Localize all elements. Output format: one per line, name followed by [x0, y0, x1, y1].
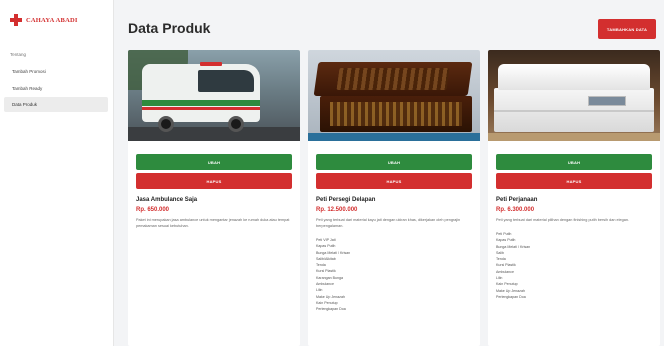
edit-button[interactable]: UBAH [496, 154, 652, 170]
product-image-ambulance [128, 50, 300, 141]
brand-logo[interactable]: CAHAYA ABADI [10, 14, 78, 26]
edit-button[interactable]: UBAH [136, 154, 292, 170]
product-description: Paket ini merupakan jasa ambulance untuk… [136, 218, 290, 228]
sidebar-item-tambah-ready[interactable]: Tambah Ready [4, 81, 108, 96]
sidebar-item-data-produk[interactable]: Data Produk [4, 97, 108, 112]
product-description: Peti yang terbuat dari material kayu jat… [316, 218, 461, 228]
sidebar-nav: Tambah Promosi Tambah Ready Data Produk [4, 64, 108, 114]
sidebar-item-tambah-promosi[interactable]: Tambah Promosi [4, 64, 108, 79]
list-item: Perlengkapan Doa [316, 307, 346, 312]
product-card: UBAH HAPUS Peti Perjanaan Rp. 6.300.000 … [488, 50, 660, 346]
product-card: UBAH HAPUS Jasa Ambulance Saja Rp. 650.0… [128, 50, 300, 346]
page-title: Data Produk [128, 20, 211, 36]
product-image-white-coffin [488, 50, 660, 141]
product-description: Peti yang terbuat dari material pilihan … [496, 218, 629, 222]
delete-button[interactable]: HAPUS [316, 173, 472, 189]
main-content: Data Produk TAMBAHKAN DATA UBAH HAPUS Ja… [114, 0, 664, 346]
sidebar-item-label: Tambah Ready [12, 85, 43, 91]
nav-section-label: Tentang [10, 52, 27, 57]
delete-button[interactable]: HAPUS [496, 173, 652, 189]
product-price: Rp. 12.500.000 [316, 207, 358, 213]
product-price: Rp. 6.300.000 [496, 207, 535, 213]
cross-icon [10, 14, 22, 26]
product-name: Peti Perjanaan [496, 197, 538, 203]
product-name: Peti Persegi Delapan [316, 197, 376, 203]
product-image-wooden-coffin [308, 50, 480, 141]
brand-name: CAHAYA ABADI [26, 16, 78, 24]
product-price: Rp. 650.000 [136, 207, 170, 213]
list-item: Perlengkapan Doa [496, 294, 526, 299]
product-card: UBAH HAPUS Peti Persegi Delapan Rp. 12.5… [308, 50, 480, 346]
sidebar-item-label: Data Produk [12, 102, 38, 107]
delete-button[interactable]: HAPUS [136, 173, 292, 189]
feature-list: Peti Putih Kapas Putih Bunga Melati / Kr… [496, 231, 652, 300]
feature-list: Peti VIP Jati Kapas Putih Bunga Melati /… [316, 237, 472, 313]
sidebar: CAHAYA ABADI Tentang Tambah Promosi Tamb… [0, 0, 114, 346]
add-data-button[interactable]: TAMBAHKAN DATA [598, 19, 656, 39]
sidebar-item-label: Tambah Promosi [12, 69, 46, 74]
edit-button[interactable]: UBAH [316, 154, 472, 170]
product-name: Jasa Ambulance Saja [136, 197, 198, 203]
